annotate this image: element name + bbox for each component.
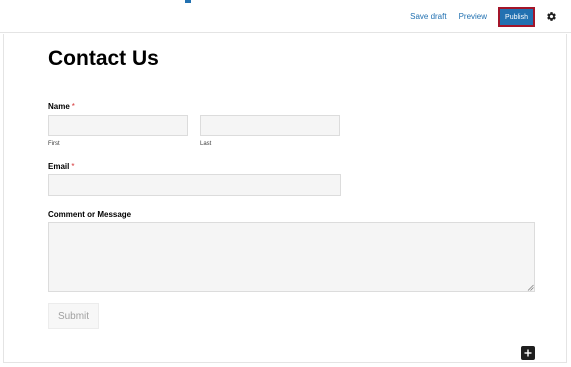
add-block-button[interactable] (521, 346, 535, 360)
last-sublabel: Last (200, 141, 212, 147)
page-title[interactable]: Contact Us (48, 46, 159, 72)
email-label-text: Email (48, 162, 70, 171)
resize-handle-icon[interactable] (527, 284, 534, 291)
comment-label: Comment or Message (48, 210, 132, 219)
first-sublabel: First (48, 141, 60, 147)
submit-button[interactable]: Submit (48, 303, 99, 329)
gear-icon-graphic (547, 12, 556, 21)
email-label: Email * (48, 162, 74, 172)
editor-top-toolbar: Save draft Preview Publish (0, 0, 571, 33)
last-name-input[interactable] (200, 115, 340, 136)
preview-button[interactable]: Preview (459, 12, 487, 21)
toolbar-actions: Save draft Preview Publish (410, 0, 571, 33)
publish-button[interactable]: Publish (498, 6, 535, 27)
name-label: Name * (48, 102, 75, 112)
save-draft-button[interactable]: Save draft (410, 12, 446, 21)
active-indicator (185, 0, 191, 3)
email-required-mark: * (71, 162, 75, 171)
first-name-input[interactable] (48, 115, 188, 136)
comment-textarea[interactable] (48, 222, 535, 292)
name-required-mark: * (71, 102, 75, 111)
email-field[interactable] (48, 174, 341, 196)
gear-icon[interactable] (545, 10, 558, 23)
name-label-text: Name (48, 102, 70, 111)
plus-icon (524, 349, 532, 357)
